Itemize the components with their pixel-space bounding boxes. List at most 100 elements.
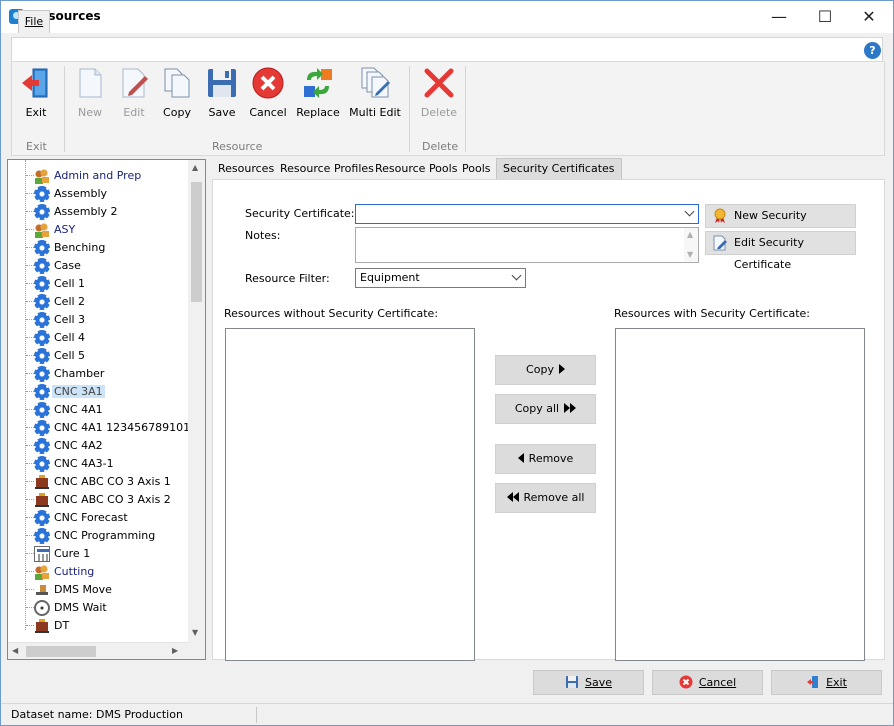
edit-security-certificate-button[interactable]: Edit Security Certificate (705, 231, 856, 271)
arrow-left-icon (517, 453, 524, 463)
tree-connector (26, 499, 34, 500)
tree-item[interactable]: Cell 1 (8, 275, 188, 293)
floppy-disk-icon (565, 674, 579, 688)
security-certificate-dropdown[interactable] (355, 204, 699, 224)
save-ribbon-button[interactable]: Save (202, 66, 242, 128)
ribbon-separator (465, 66, 466, 152)
tree-vertical-scrollbar[interactable]: ▲ ▼ (188, 160, 205, 642)
cancel-ribbon-label: Cancel (249, 106, 287, 119)
tree-horizontal-scrollbar[interactable]: ◀ ▶ (8, 642, 188, 659)
tree-item-label: CNC ABC CO 3 Axis 2 (54, 493, 171, 506)
resource-tree[interactable]: Admin and Prep Assembly Assembly 2 ASY Bench… (7, 159, 206, 660)
tree-item[interactable]: CNC 4A1 12345678910111 (8, 419, 204, 437)
multi-edit-icon (358, 66, 392, 100)
tree-item[interactable]: Cutting (8, 563, 188, 581)
tree-item[interactable]: CNC 4A1 (8, 401, 188, 419)
gear-icon (34, 510, 50, 526)
tree-item[interactable]: Cell 5 (8, 347, 188, 365)
ribbon: Exit New Edit Copy Save Cancel Replace M… (11, 61, 885, 156)
tree-item-label: CNC 4A1 12345678910111 (54, 421, 205, 434)
tab-resource-pools[interactable]: Resource Pools (375, 159, 457, 179)
resource-filter-dropdown[interactable]: Equipment (355, 268, 526, 288)
tree-item[interactable]: Cure 1 (8, 545, 188, 563)
security-certificate-label: Security Certificate: (245, 207, 355, 220)
tree-item[interactable]: CNC Forecast (8, 509, 188, 527)
chevron-down-icon (684, 206, 695, 217)
minimize-button[interactable]: — (756, 1, 802, 33)
multi-edit-ribbon-button[interactable]: Multi Edit (347, 66, 403, 128)
people-icon (34, 222, 50, 238)
delete-ribbon-button[interactable]: Delete (417, 66, 461, 128)
tree-item[interactable]: DMS Wait (8, 599, 188, 617)
remove-all-button[interactable]: Remove all (495, 483, 596, 513)
tree-item[interactable]: Case (8, 257, 188, 275)
resources-without-label: Resources without Security Certificate: (224, 307, 439, 320)
copy-ribbon-button[interactable]: Copy (157, 66, 197, 128)
resources-without-list[interactable] (225, 328, 475, 661)
calculator-icon (34, 546, 50, 562)
footer-save-button[interactable]: Save (533, 670, 644, 695)
tree-item[interactable]: Cell 4 (8, 329, 188, 347)
tree-item[interactable]: CNC 4A3-1 (8, 455, 188, 473)
gear-icon (34, 276, 50, 292)
copy-documents-icon (160, 66, 194, 100)
security-certificates-panel: Security Certificate: Notes: ▲ ▼ New Sec… (212, 179, 885, 661)
tree-item[interactable]: CNC Programming (8, 527, 188, 545)
tab-pools[interactable]: Pools (462, 159, 491, 179)
save-ribbon-label: Save (208, 106, 236, 119)
tree-item[interactable]: CNC ABC CO 3 Axis 1 (8, 473, 188, 491)
tree-item[interactable]: Assembly (8, 185, 188, 203)
remove-button[interactable]: Remove (495, 444, 596, 474)
copy-button-label: Copy (526, 363, 554, 376)
tree-connector (26, 625, 34, 626)
cancel-ribbon-button[interactable]: Cancel (246, 66, 290, 128)
tree-item[interactable]: Admin and Prep (8, 167, 188, 185)
resources-with-list[interactable] (615, 328, 865, 661)
tree-item[interactable]: Cell 3 (8, 311, 188, 329)
gear-icon (34, 186, 50, 202)
gear-icon (34, 366, 50, 382)
tab-resource-profiles[interactable]: Resource Profiles (280, 159, 374, 179)
footer-cancel-button[interactable]: Cancel (652, 670, 763, 695)
copy-all-button[interactable]: Copy all (495, 394, 596, 424)
edit-ribbon-button[interactable]: Edit (114, 66, 154, 128)
tree-connector (26, 355, 34, 356)
exit-ribbon-label: Exit (25, 106, 47, 119)
floppy-disk-icon (205, 66, 239, 100)
notes-scrollbar[interactable]: ▲ ▼ (684, 228, 698, 262)
tree-vscroll-thumb[interactable] (191, 182, 202, 302)
tree-item[interactable]: CNC 4A2 (8, 437, 188, 455)
chevron-down-icon (511, 270, 522, 281)
tree-item[interactable]: DMS Move (8, 581, 188, 599)
notes-textarea[interactable]: ▲ ▼ (355, 227, 699, 263)
copy-button[interactable]: Copy (495, 355, 596, 385)
tree-item[interactable]: Cell 2 (8, 293, 188, 311)
maximize-button[interactable]: ☐ (802, 1, 848, 33)
status-divider (256, 707, 257, 723)
tree-hscroll-thumb[interactable] (26, 646, 96, 657)
new-ribbon-button[interactable]: New (70, 66, 110, 128)
tab-security-certificates[interactable]: Security Certificates (496, 158, 622, 179)
help-icon[interactable]: ? (864, 42, 881, 59)
replace-ribbon-button[interactable]: Replace (295, 66, 341, 128)
new-security-certificate-button[interactable]: New Security Certificate (705, 204, 856, 244)
arrow-right-icon (558, 364, 565, 374)
multi-edit-ribbon-label: Multi Edit (349, 106, 401, 119)
tree-item[interactable]: Benching (8, 239, 188, 257)
exit-ribbon-button[interactable]: Exit (16, 66, 56, 128)
footer-cancel-label: Cancel (698, 676, 737, 689)
tree-item[interactable]: CNC 3A1 (8, 383, 188, 401)
scrollbar-corner (188, 642, 205, 659)
tab-resources[interactable]: Resources (218, 159, 274, 179)
tree-item[interactable]: Chamber (8, 365, 188, 383)
file-tab[interactable]: File (18, 10, 50, 33)
tree-item-label: CNC 4A1 (54, 403, 103, 416)
close-button[interactable]: ✕ (846, 1, 892, 33)
tree-item-label: ASY (54, 223, 76, 236)
footer-exit-button[interactable]: Exit (771, 670, 882, 695)
tree-item[interactable]: CNC ABC CO 3 Axis 2 (8, 491, 188, 509)
edit-pencil-icon (117, 66, 151, 100)
tree-item[interactable]: ASY (8, 221, 188, 239)
tree-item[interactable]: Assembly 2 (8, 203, 188, 221)
tree-item[interactable]: DT (8, 617, 188, 635)
